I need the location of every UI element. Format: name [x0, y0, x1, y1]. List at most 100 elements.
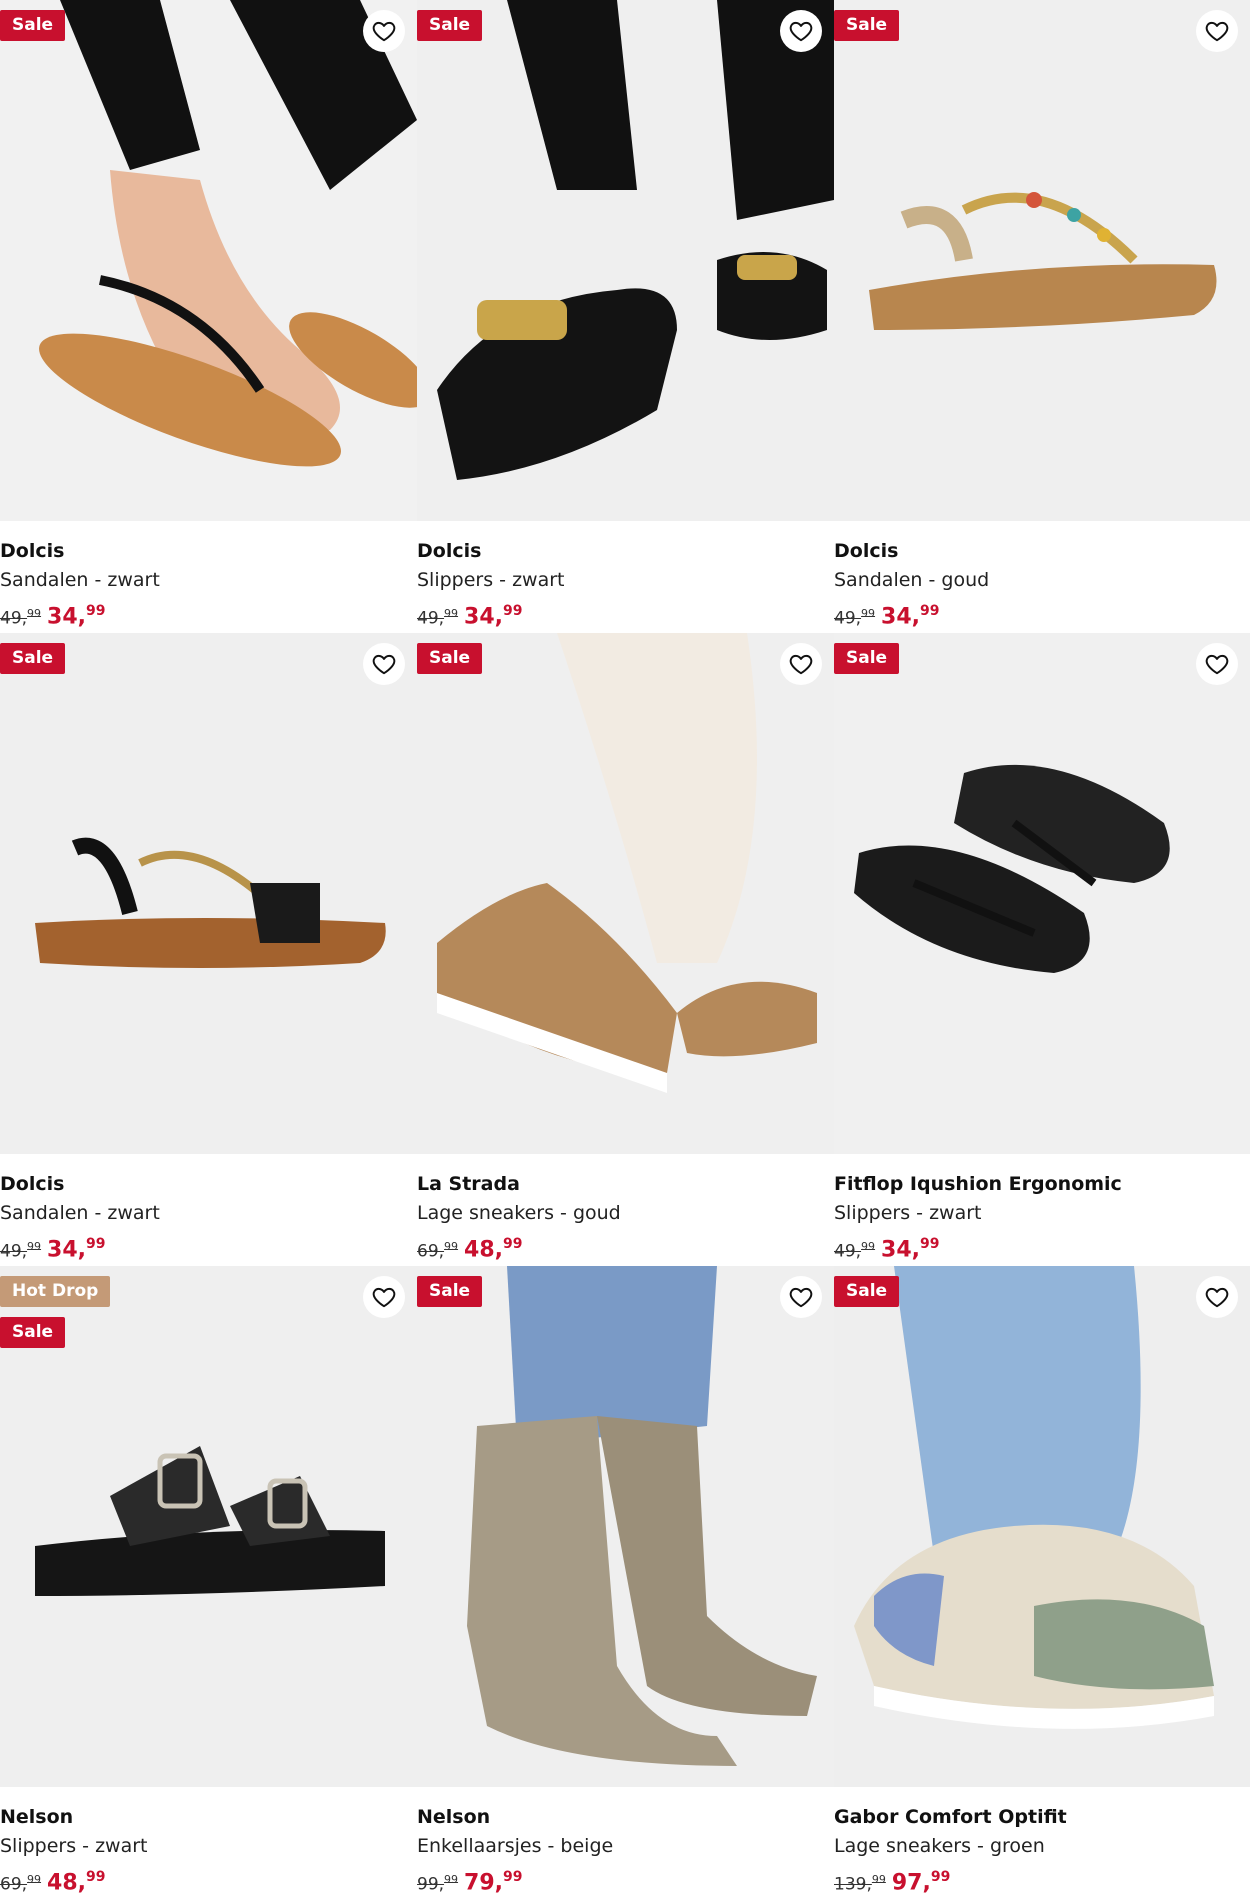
- product-description: Sandalen - goud: [834, 569, 990, 591]
- price-row: 99,99 79,99: [417, 1861, 834, 1899]
- wishlist-button[interactable]: [780, 10, 822, 52]
- sale-badge: Sale: [417, 1276, 483, 1307]
- product-description: Slippers - zwart: [417, 569, 565, 591]
- product-image-black-woven-sandal[interactable]: [0, 633, 417, 1154]
- product-brand: Fitflop Iqushion Ergonomic: [834, 1173, 1122, 1195]
- sale-price: 34,99: [47, 603, 106, 630]
- price-row: 49,99 34,99: [417, 595, 834, 633]
- product-image-beige-western-boots[interactable]: [417, 1266, 834, 1787]
- sale-badge: Sale: [417, 643, 483, 674]
- badge-list: Sale: [834, 1276, 900, 1307]
- badge-list: Sale: [0, 10, 66, 41]
- old-price: 49,99: [417, 606, 459, 629]
- product-image-gold-jeweled-sandal[interactable]: [834, 0, 1250, 521]
- sale-price: 34,99: [464, 603, 523, 630]
- badge-list: Sale: [834, 10, 900, 41]
- wishlist-button[interactable]: [363, 10, 405, 52]
- wishlist-button[interactable]: [1196, 1276, 1238, 1318]
- product-info[interactable]: Dolcis Sandalen - zwart 49,99 34,99: [0, 1170, 417, 1266]
- product-description: Lage sneakers - goud: [417, 1202, 621, 1224]
- product-brand: Dolcis: [834, 540, 899, 562]
- heart-outline-icon: [372, 1287, 396, 1308]
- sale-badge: Sale: [0, 1317, 66, 1348]
- product-grid: Sale Dolcis Sandalen - zwart 49,99 34,99…: [0, 0, 1250, 1899]
- wishlist-button[interactable]: [1196, 643, 1238, 685]
- sale-badge: Sale: [834, 643, 900, 674]
- price-row: 49,99 34,99: [0, 595, 417, 633]
- heart-outline-icon: [372, 21, 396, 42]
- product-info[interactable]: Gabor Comfort Optifit Lage sneakers - gr…: [834, 1803, 1250, 1899]
- product-image-black-sandal-on-foot[interactable]: [0, 0, 417, 521]
- product-card[interactable]: Sale Dolcis Sandalen - zwart 49,99 34,99: [0, 0, 417, 633]
- old-price: 139,99: [834, 1872, 886, 1895]
- badge-list: Sale: [834, 643, 900, 674]
- hot-drop-badge: Hot Drop: [0, 1276, 111, 1307]
- old-price: 49,99: [834, 1239, 876, 1262]
- wishlist-button[interactable]: [780, 1276, 822, 1318]
- price-row: 49,99 34,99: [834, 1228, 1250, 1266]
- product-image-black-chain-slipper-on-foot[interactable]: [417, 0, 834, 521]
- price-row: 49,99 34,99: [0, 1228, 417, 1266]
- product-info[interactable]: Dolcis Slippers - zwart 49,99 34,99: [417, 537, 834, 633]
- old-price: 69,99: [0, 1872, 42, 1895]
- product-brand: La Strada: [417, 1173, 520, 1195]
- price-row: 49,99 34,99: [834, 595, 1250, 633]
- product-brand: Nelson: [0, 1806, 74, 1828]
- heart-outline-icon: [789, 1287, 813, 1308]
- wishlist-button[interactable]: [780, 643, 822, 685]
- heart-outline-icon: [1205, 21, 1229, 42]
- product-card[interactable]: Sale Dolcis Sandalen - goud 49,99 34,99: [834, 0, 1250, 633]
- product-brand: Dolcis: [0, 540, 65, 562]
- product-image-black-flip-flops[interactable]: [834, 633, 1250, 1154]
- product-description: Sandalen - zwart: [0, 569, 160, 591]
- product-card[interactable]: Sale Dolcis Sandalen - zwart 49,99 34,99: [0, 633, 417, 1266]
- old-price: 99,99: [417, 1872, 459, 1895]
- product-info[interactable]: Dolcis Sandalen - zwart 49,99 34,99: [0, 537, 417, 633]
- old-price: 49,99: [0, 606, 42, 629]
- sale-price: 34,99: [881, 603, 940, 630]
- sale-badge: Sale: [417, 10, 483, 41]
- product-image-gold-knit-sneaker-on-foot[interactable]: [417, 633, 834, 1154]
- wishlist-button[interactable]: [363, 643, 405, 685]
- product-card[interactable]: Sale Dolcis Slippers - zwart 49,99 34,99: [417, 0, 834, 633]
- product-description: Sandalen - zwart: [0, 1202, 160, 1224]
- product-info[interactable]: Dolcis Sandalen - goud 49,99 34,99: [834, 537, 1250, 633]
- heart-outline-icon: [1205, 654, 1229, 675]
- product-brand: Gabor Comfort Optifit: [834, 1806, 1067, 1828]
- product-card[interactable]: Sale Gabor Comfort Optifit Lage sneakers…: [834, 1266, 1250, 1899]
- product-image-green-sneaker-on-foot[interactable]: [834, 1266, 1250, 1787]
- product-info[interactable]: Nelson Enkellaarsjes - beige 99,99 79,99: [417, 1803, 834, 1899]
- product-card[interactable]: Hot Drop Sale Nelson Slippers - zwart 69,…: [0, 1266, 417, 1899]
- badge-list: Sale: [0, 643, 66, 674]
- wishlist-button[interactable]: [363, 1276, 405, 1318]
- product-card[interactable]: Sale La Strada Lage sneakers - goud 69,9…: [417, 633, 834, 1266]
- sale-badge: Sale: [834, 10, 900, 41]
- old-price: 69,99: [417, 1239, 459, 1262]
- price-row: 69,99 48,99: [417, 1228, 834, 1266]
- heart-outline-icon: [372, 654, 396, 675]
- sale-price: 34,99: [881, 1236, 940, 1263]
- product-info[interactable]: Nelson Slippers - zwart 69,99 48,99: [0, 1803, 417, 1899]
- old-price: 49,99: [834, 606, 876, 629]
- sale-price: 48,99: [464, 1236, 523, 1263]
- product-card[interactable]: Sale Nelson Enkellaarsjes - beige 99,99 …: [417, 1266, 834, 1899]
- product-info[interactable]: Fitflop Iqushion Ergonomic Slippers - zw…: [834, 1170, 1250, 1266]
- product-info[interactable]: La Strada Lage sneakers - goud 69,99 48,…: [417, 1170, 834, 1266]
- price-row: 139,99 97,99: [834, 1861, 1250, 1899]
- heart-outline-icon: [789, 654, 813, 675]
- heart-outline-icon: [789, 21, 813, 42]
- heart-outline-icon: [1205, 1287, 1229, 1308]
- sale-price: 48,99: [47, 1869, 106, 1896]
- product-brand: Nelson: [417, 1806, 491, 1828]
- product-description: Lage sneakers - groen: [834, 1835, 1045, 1857]
- product-brand: Dolcis: [417, 540, 482, 562]
- wishlist-button[interactable]: [1196, 10, 1238, 52]
- old-price: 49,99: [0, 1239, 42, 1262]
- price-row: 69,99 48,99: [0, 1861, 417, 1899]
- product-brand: Dolcis: [0, 1173, 65, 1195]
- sale-price: 97,99: [891, 1869, 951, 1896]
- product-card[interactable]: Sale Fitflop Iqushion Ergonomic Slippers…: [834, 633, 1250, 1266]
- product-description: Slippers - zwart: [0, 1835, 148, 1857]
- badge-list: Sale: [417, 643, 483, 674]
- badge-list: Hot Drop Sale: [0, 1276, 111, 1348]
